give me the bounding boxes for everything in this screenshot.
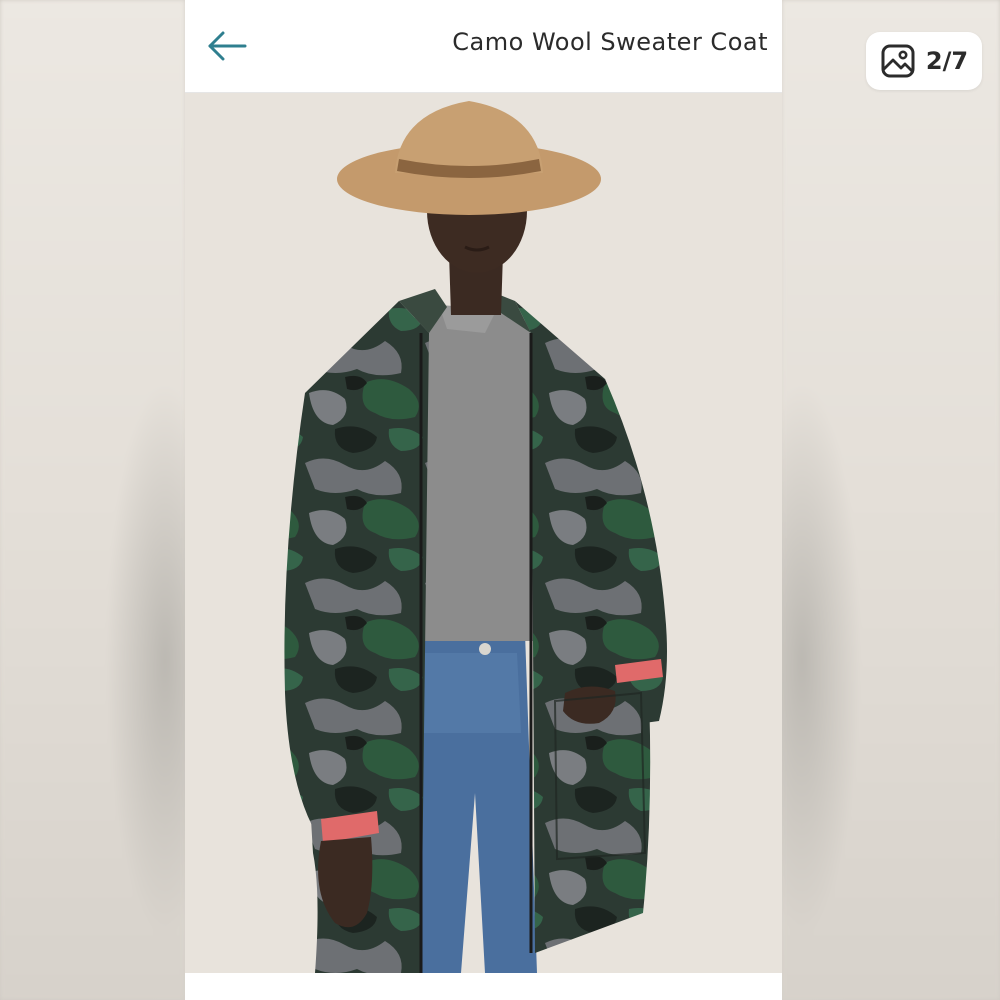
viewer-stage: Camo Wool Sweater Coat 2/7	[0, 0, 1000, 1000]
blurred-backdrop-left	[0, 0, 225, 1000]
arrow-left-icon	[208, 31, 247, 61]
back-button[interactable]	[201, 24, 253, 68]
product-card: Camo Wool Sweater Coat	[185, 0, 782, 1000]
product-header: Camo Wool Sweater Coat	[185, 0, 782, 93]
image-counter: 2/7	[925, 47, 969, 75]
image-counter-badge[interactable]: 2/7	[866, 32, 982, 90]
blurred-backdrop-right	[742, 0, 1000, 1000]
page-title: Camo Wool Sweater Coat	[452, 28, 768, 56]
product-photo[interactable]	[185, 93, 782, 973]
product-photo-illustration	[185, 93, 782, 973]
image-gallery-icon	[881, 44, 915, 78]
